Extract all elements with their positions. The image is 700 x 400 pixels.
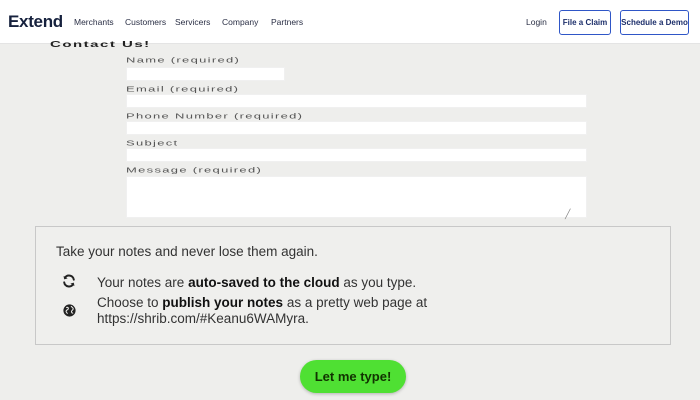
globe-icon (60, 301, 78, 319)
promo-box: Take your notes and never lose them agai… (35, 226, 671, 345)
feature-publish: Choose to publish your notes as a pretty… (97, 295, 427, 327)
subject-label: Subject (126, 139, 179, 148)
nav-link-servicers[interactable]: Servicers (175, 17, 210, 27)
nav-link-company[interactable]: Company (222, 17, 258, 27)
let-me-type-button[interactable]: Let me type! (300, 360, 406, 393)
resize-grip-icon[interactable]: ╱ (565, 209, 570, 220)
nav-link-partners[interactable]: Partners (271, 17, 303, 27)
email-field[interactable] (126, 94, 587, 108)
message-label: Message (required) (126, 166, 263, 175)
nav-link-customers[interactable]: Customers (125, 17, 166, 27)
sync-icon (60, 272, 78, 290)
phone-field[interactable] (126, 121, 587, 135)
phone-label: Phone Number (required) (126, 112, 304, 121)
feature-publish-prefix: Choose to (97, 295, 163, 310)
publish-url: https://shrib.com/#Keanu6WAMyra. (97, 311, 309, 326)
feature-autosave: Your notes are auto-saved to the cloud a… (97, 275, 416, 291)
feature-publish-bold: publish your notes (162, 295, 284, 310)
name-label: Name (required) (126, 56, 241, 65)
top-navigation-bar: Extend Merchants Customers Servicers Com… (0, 0, 700, 44)
feature-autosave-suffix: as you type. (339, 275, 417, 290)
subject-field[interactable] (126, 148, 587, 162)
login-link[interactable]: Login (526, 17, 547, 27)
nav-link-merchants[interactable]: Merchants (74, 17, 114, 27)
schedule-demo-button[interactable]: Schedule a Demo (620, 10, 689, 35)
email-label: Email (required) (126, 85, 240, 94)
contact-form-heading: Contact Us! (50, 40, 151, 50)
feature-autosave-prefix: Your notes are (97, 275, 189, 290)
message-textarea[interactable] (126, 176, 587, 218)
extend-logo[interactable]: Extend (8, 12, 63, 32)
promo-intro: Take your notes and never lose them agai… (56, 244, 318, 259)
file-claim-button[interactable]: File a Claim (559, 10, 611, 35)
feature-autosave-bold: auto-saved to the cloud (188, 275, 340, 290)
name-field[interactable] (126, 67, 285, 81)
feature-publish-suffix: as a pretty web page at (283, 295, 428, 310)
